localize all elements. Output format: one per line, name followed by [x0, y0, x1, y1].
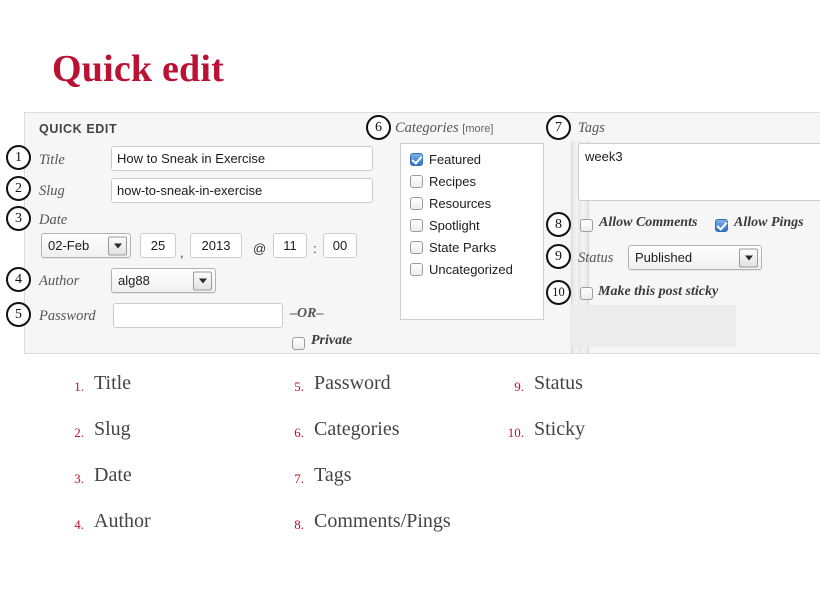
- legend-number: 1.: [74, 379, 84, 394]
- categories-list[interactable]: Featured Recipes Resources Spotlight Sta…: [400, 143, 544, 320]
- title-input[interactable]: [111, 146, 373, 171]
- callout-badge-3: 3: [6, 206, 31, 231]
- list-item[interactable]: Uncategorized: [401, 258, 543, 280]
- legend-number: 6.: [294, 425, 304, 440]
- category-label: Featured: [429, 151, 482, 167]
- allow-comments-checkbox[interactable]: [580, 219, 593, 232]
- legend-label: Author: [94, 510, 151, 532]
- callout-badge-7: 7: [546, 115, 571, 140]
- category-checkbox[interactable]: [410, 196, 423, 210]
- date-day-input[interactable]: [140, 233, 176, 258]
- allow-pings-checkbox[interactable]: [715, 219, 728, 232]
- tags-heading: Tags: [578, 120, 605, 136]
- category-label: Resources: [429, 195, 492, 211]
- password-input[interactable]: [113, 303, 283, 328]
- private-checkbox[interactable]: [292, 337, 305, 350]
- list-item[interactable]: Resources: [401, 192, 543, 214]
- category-checkbox[interactable]: [410, 262, 423, 276]
- legend-label: Date: [94, 464, 132, 486]
- category-checkbox[interactable]: [410, 240, 423, 254]
- legend-number: 3.: [74, 471, 84, 486]
- date-label: Date: [39, 212, 68, 228]
- private-label: Private: [311, 333, 353, 348]
- callout-badge-2: 2: [6, 176, 31, 201]
- date-year-input[interactable]: [190, 233, 242, 258]
- callout-badge-10: 10: [546, 280, 571, 305]
- date-colon: :: [313, 241, 317, 256]
- legend-number: 7.: [294, 471, 304, 486]
- category-label: State Parks: [429, 239, 497, 255]
- list-item[interactable]: Spotlight: [401, 214, 543, 236]
- date-at-symbol: @: [253, 241, 267, 256]
- legend-label: Title: [94, 372, 132, 394]
- date-hour-input[interactable]: [273, 233, 307, 258]
- legend-label: Comments/Pings: [314, 510, 451, 532]
- chevron-down-icon: [193, 271, 212, 290]
- callout-badge-5: 5: [6, 302, 31, 327]
- slug-input[interactable]: [111, 178, 373, 203]
- status-value: Published: [635, 250, 693, 265]
- chevron-down-icon: [739, 248, 758, 267]
- author-select[interactable]: alg88: [111, 268, 216, 293]
- callout-badge-9: 9: [546, 244, 571, 269]
- category-label: Spotlight: [429, 217, 480, 233]
- author-value: alg88: [118, 273, 150, 288]
- title-label: Title: [39, 152, 65, 168]
- action-area-placeholder: [570, 305, 736, 347]
- date-comma: ,: [180, 245, 184, 260]
- status-select[interactable]: Published: [628, 245, 762, 270]
- legend-label: Categories: [314, 418, 400, 440]
- category-checkbox[interactable]: [410, 152, 423, 166]
- quick-edit-heading: QUICK EDIT: [39, 122, 118, 136]
- legend-label: Status: [534, 372, 583, 394]
- list-item[interactable]: Featured: [401, 148, 543, 170]
- callout-badge-1: 1: [6, 145, 31, 170]
- allow-comments-label: Allow Comments: [599, 215, 698, 230]
- categories-label: Categories: [395, 120, 459, 136]
- password-label: Password: [39, 308, 96, 324]
- or-separator: –OR–: [290, 306, 324, 321]
- slug-label: Slug: [39, 183, 65, 199]
- categories-heading: Categories [more]: [395, 120, 493, 137]
- chevron-down-icon: [108, 236, 127, 255]
- category-label: Uncategorized: [429, 261, 513, 277]
- status-label: Status: [578, 250, 614, 266]
- legend-label: Slug: [94, 418, 131, 440]
- allow-pings-label: Allow Pings: [734, 215, 804, 230]
- callout-badge-4: 4: [6, 267, 31, 292]
- category-label: Recipes: [429, 173, 476, 189]
- legend-number: 2.: [74, 425, 84, 440]
- author-label: Author: [39, 273, 80, 289]
- date-month-select[interactable]: 02-Feb: [41, 233, 131, 258]
- page-title: Quick edit: [52, 48, 224, 90]
- list-item[interactable]: Recipes: [401, 170, 543, 192]
- legend-label: Tags: [314, 464, 352, 486]
- tags-input[interactable]: week3: [578, 143, 820, 201]
- legend-number: 10.: [507, 425, 524, 440]
- category-checkbox[interactable]: [410, 218, 423, 232]
- list-item[interactable]: State Parks: [401, 236, 543, 258]
- categories-more-link[interactable]: [more]: [462, 123, 493, 135]
- sticky-label: Make this post sticky: [598, 284, 719, 299]
- date-minute-input[interactable]: [323, 233, 357, 258]
- legend-label: Password: [314, 372, 391, 394]
- legend-number: 9.: [514, 379, 524, 394]
- callout-badge-8: 8: [546, 212, 571, 237]
- legend-label: Sticky: [534, 418, 586, 440]
- callout-badge-6: 6: [366, 115, 391, 140]
- legend-number: 5.: [294, 379, 304, 394]
- legend-number: 8.: [294, 517, 304, 532]
- sticky-checkbox[interactable]: [580, 287, 593, 300]
- date-month-value: 02-Feb: [48, 238, 90, 253]
- category-checkbox[interactable]: [410, 174, 423, 188]
- legend-number: 4.: [74, 517, 84, 532]
